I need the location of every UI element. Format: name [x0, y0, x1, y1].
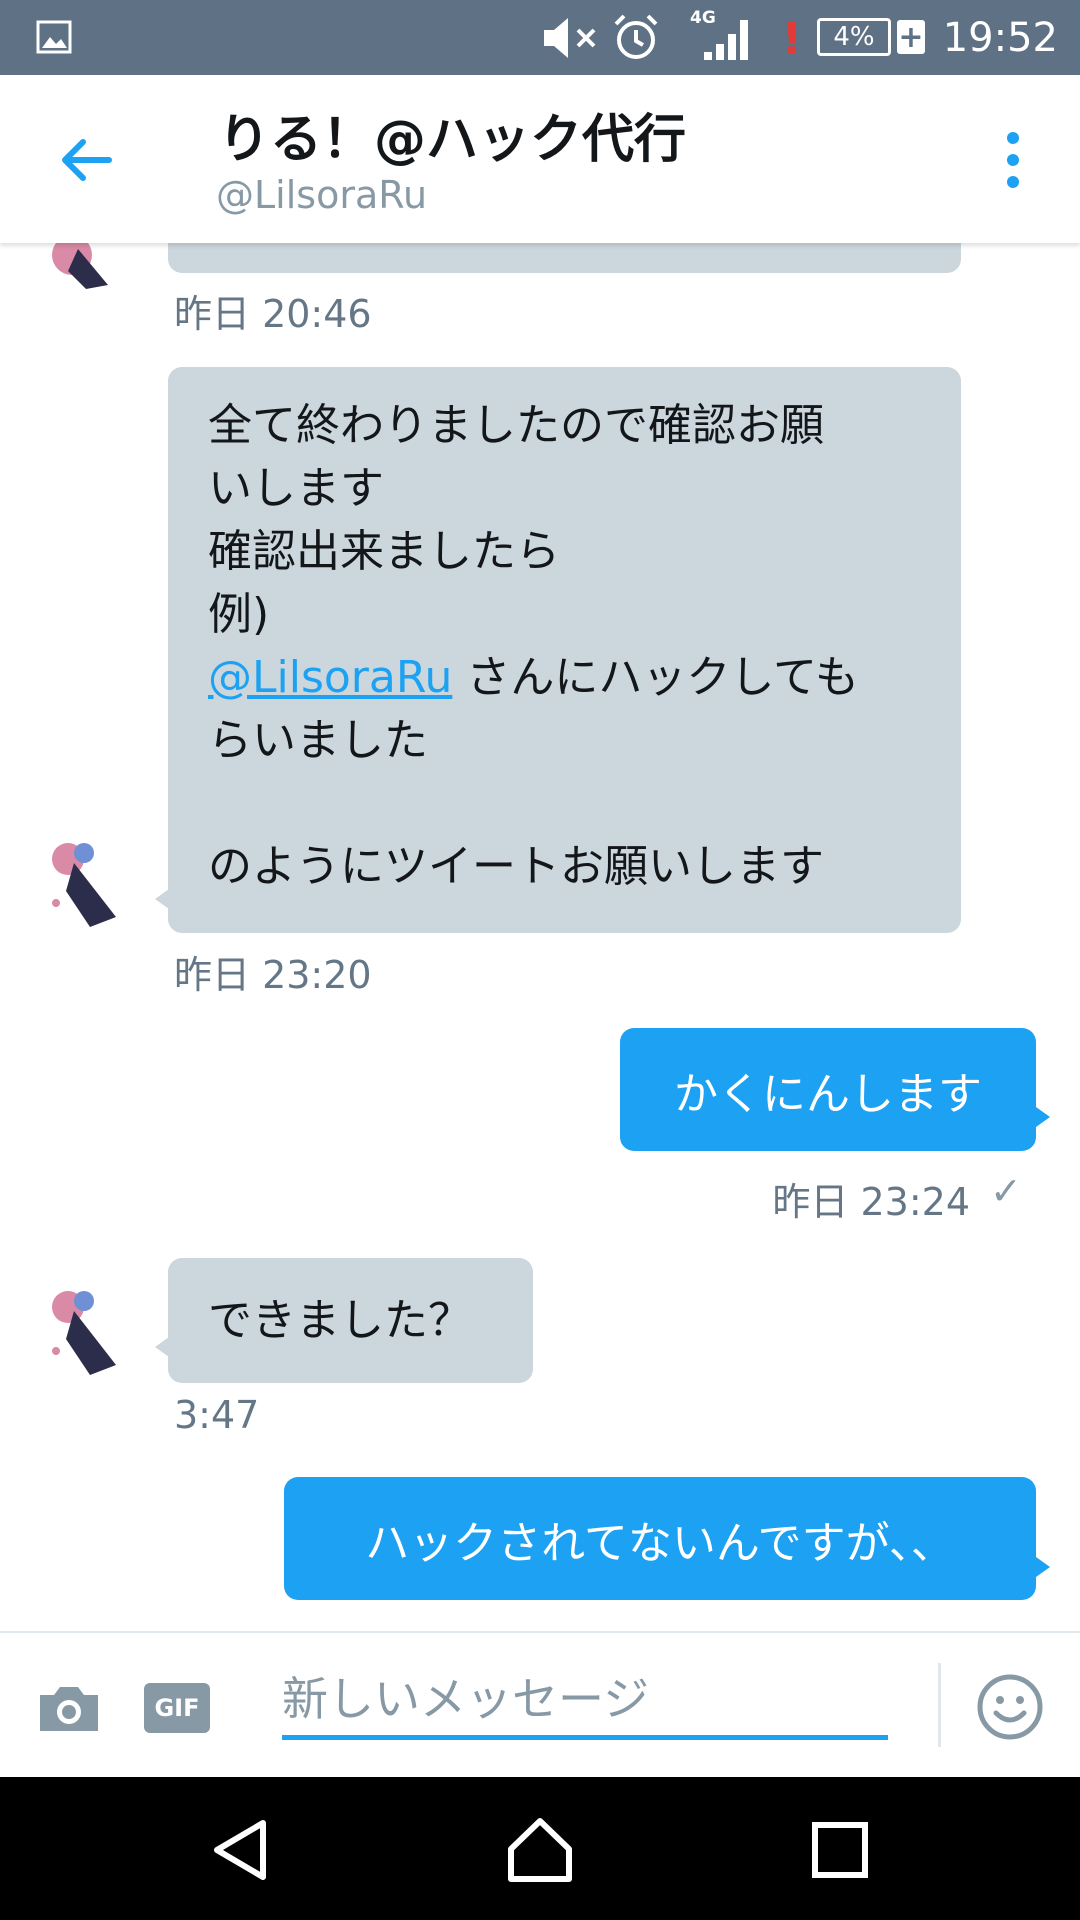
nav-recents-icon[interactable] — [805, 1815, 875, 1885]
mention-link[interactable]: @LilsoraRu — [208, 652, 452, 703]
avatar[interactable] — [38, 243, 138, 293]
battery-indicator: 4% — [817, 18, 891, 56]
nav-home-icon[interactable] — [505, 1815, 575, 1885]
message-bubble-previous[interactable] — [168, 243, 961, 273]
message-bubble-incoming[interactable]: できました？ — [168, 1258, 533, 1383]
bubble-tail — [155, 1337, 169, 1357]
mute-icon — [544, 18, 596, 58]
message-bubble-incoming[interactable]: 全て終わりましたので確認お願 いします 確認出来ましたら 例) @Lilsora… — [168, 367, 961, 933]
message-text-line: いします — [208, 463, 384, 514]
message-timestamp: 昨日 23:20 — [174, 953, 372, 997]
contact-handle: @LilsoraRu — [216, 173, 428, 217]
camera-icon[interactable] — [36, 1683, 102, 1733]
system-navigation-bar — [0, 1777, 1080, 1920]
read-check-icon: ✓ — [990, 1169, 1022, 1213]
message-timestamp: 昨日 23:24 — [772, 1180, 970, 1224]
message-timestamp: 3:47 — [174, 1393, 260, 1437]
gif-button[interactable]: GIF — [144, 1683, 210, 1733]
charging-icon: + — [897, 19, 925, 55]
status-bar: 4G ! 4% + 19:52 — [0, 0, 1080, 75]
message-text-line: 例) — [208, 589, 270, 640]
emoji-icon[interactable] — [976, 1673, 1044, 1741]
message-input[interactable] — [282, 1663, 888, 1740]
more-options-icon[interactable] — [998, 130, 1028, 190]
gallery-notification-icon — [36, 20, 72, 54]
alarm-icon — [614, 14, 658, 59]
message-text-line: @LilsoraRu さんにハックしても — [208, 646, 921, 709]
nav-back-icon[interactable] — [205, 1815, 275, 1885]
message-text-line: のようにツイートお願いします — [208, 841, 824, 892]
bubble-tail — [155, 889, 169, 909]
message-bubble-outgoing[interactable]: ハックされてないんですが、、 — [284, 1477, 1036, 1600]
bubble-tail — [1036, 1107, 1050, 1127]
message-text: ハックされてないんですが、、 — [365, 1517, 955, 1569]
message-bubble-outgoing[interactable]: かくにんします — [620, 1028, 1036, 1151]
message-text-line: らいました — [208, 715, 428, 766]
clock: 19:52 — [942, 14, 1058, 61]
alert-icon: ! — [782, 14, 803, 65]
avatar[interactable] — [38, 1281, 138, 1381]
conversation-header: りる！@ハック代行 @LilsoraRu — [0, 75, 1080, 243]
divider — [938, 1663, 941, 1747]
contact-name[interactable]: りる！@ハック代行 — [218, 97, 686, 172]
message-text: かくにんします — [674, 1068, 982, 1120]
message-composer: GIF — [0, 1631, 1080, 1779]
message-text-line: 全て終わりましたので確認お願 — [208, 400, 824, 451]
message-text: できました？ — [208, 1295, 472, 1346]
back-arrow-icon[interactable] — [55, 130, 115, 190]
avatar[interactable] — [38, 833, 138, 933]
signal-icon — [704, 20, 748, 60]
message-list[interactable]: 昨日 20:46 全て終わりましたので確認お願 いします 確認出来ましたら 例)… — [0, 243, 1080, 1631]
bubble-tail — [1036, 1557, 1050, 1577]
message-timestamp: 昨日 20:46 — [174, 292, 372, 336]
message-text-line — [208, 772, 921, 835]
message-text-line: 確認出来ましたら — [208, 526, 560, 577]
message-text-fragment: さんにハックしても — [466, 652, 859, 703]
